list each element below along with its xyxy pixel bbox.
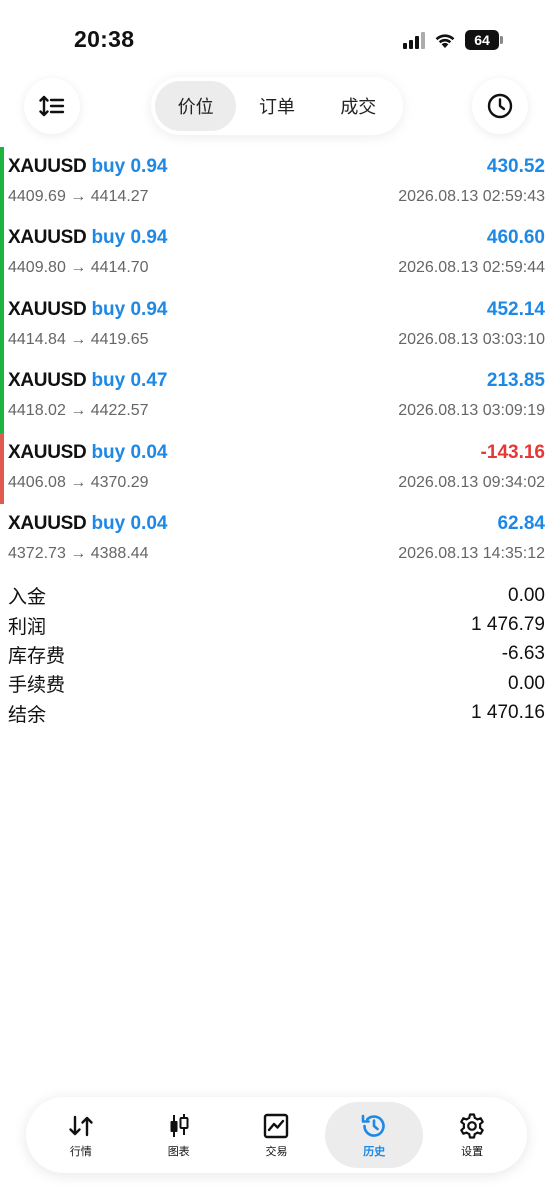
status-bar-indicator xyxy=(0,289,4,362)
candlestick-chart-icon xyxy=(170,1114,189,1137)
symbol: XAUUSD xyxy=(8,298,87,320)
summary-label: 手续费 xyxy=(8,674,66,697)
profit: 213.85 xyxy=(486,370,545,392)
deal-time: 2026.08.13 03:09:19 xyxy=(398,402,545,420)
summary-label: 利润 xyxy=(8,615,47,638)
list-item[interactable]: XAUUSD buy 0.94 430.52 4409.69 → 4414.27 20… xyxy=(0,147,553,219)
history-clock-icon xyxy=(361,1114,386,1137)
summary-label: 库存费 xyxy=(8,644,66,667)
price-range: 4409.80 → 4414.70 xyxy=(8,259,149,277)
side-volume: buy 0.94 xyxy=(91,227,168,249)
status-bar-indicator xyxy=(0,147,4,219)
status-bar-indicator xyxy=(0,504,4,575)
status-bar-indicator xyxy=(0,218,4,290)
sort-button[interactable] xyxy=(24,78,80,134)
symbol: XAUUSD xyxy=(8,512,87,534)
tab-settings[interactable]: 设置 xyxy=(423,1102,521,1168)
summary-value: 0.00 xyxy=(508,672,545,694)
bottom-tab-bar: 行情 图表 交易 历史 设置 xyxy=(26,1097,527,1173)
tab-history[interactable]: 历史 xyxy=(325,1102,424,1168)
cellular-signal-icon xyxy=(403,31,425,49)
clock-icon xyxy=(487,93,513,119)
list-item[interactable]: XAUUSD buy 0.04 62.84 4372.73 → 4388.44 202… xyxy=(0,504,553,575)
deal-time: 2026.08.13 14:35:12 xyxy=(398,544,545,562)
symbol: XAUUSD xyxy=(8,370,87,392)
tab-charts[interactable]: 图表 xyxy=(130,1102,228,1168)
deal-time: 2026.08.13 02:59:44 xyxy=(398,259,545,277)
side-volume: buy 0.47 xyxy=(91,370,168,392)
price-range: 4372.73 → 4388.44 xyxy=(8,544,149,562)
symbol: XAUUSD xyxy=(8,156,87,177)
summary-label: 入金 xyxy=(8,586,47,609)
profit: 62.84 xyxy=(497,512,545,534)
price-range: 4406.08 → 4370.29 xyxy=(8,473,149,491)
price-range: 4418.02 → 4422.57 xyxy=(8,402,149,420)
list-item[interactable]: XAUUSD buy 0.04 -143.16 4406.08 → 4370.29 2… xyxy=(0,432,553,504)
summary-row-balance: 结余 1 470.16 xyxy=(8,699,545,728)
profit: 460.60 xyxy=(486,227,545,249)
summary-section: 入金 0.00 利润 1 476.79 库存费 -6.63 手续费 0.00 结… xyxy=(8,581,545,728)
tab-quotes[interactable]: 行情 xyxy=(32,1102,130,1168)
summary-value: 1 470.16 xyxy=(471,702,545,724)
summary-label: 结余 xyxy=(8,703,47,726)
side-volume: buy 0.04 xyxy=(91,512,168,534)
side-volume: buy 0.04 xyxy=(91,441,168,463)
trade-chart-icon xyxy=(264,1113,289,1139)
sort-icon xyxy=(39,95,65,117)
tab-deals[interactable]: 成交 xyxy=(318,81,399,131)
profit: 430.52 xyxy=(486,156,545,177)
deal-time: 2026.08.13 03:03:10 xyxy=(398,330,545,348)
status-bar-indicator xyxy=(0,361,4,433)
tab-orders[interactable]: 订单 xyxy=(236,81,317,131)
status-icons: 64 xyxy=(403,30,503,50)
battery-level: 64 xyxy=(465,30,499,50)
tab-label: 行情 xyxy=(69,1145,92,1158)
summary-row-profit: 利润 1 476.79 xyxy=(8,610,545,639)
status-bar: 20:38 64 xyxy=(0,0,553,80)
quotes-arrows-icon xyxy=(69,1115,93,1137)
tab-label: 设置 xyxy=(461,1145,484,1158)
symbol: XAUUSD xyxy=(8,227,87,249)
wifi-icon xyxy=(435,34,455,48)
summary-row-swap: 库存费 -6.63 xyxy=(8,640,545,669)
gear-icon xyxy=(460,1113,484,1139)
tab-label: 历史 xyxy=(363,1145,386,1158)
summary-value: 0.00 xyxy=(508,584,545,606)
summary-value: 1 476.79 xyxy=(471,614,545,636)
tab-label: 交易 xyxy=(265,1145,288,1158)
price-range: 4414.84 → 4419.65 xyxy=(8,330,149,348)
summary-row-deposit: 入金 0.00 xyxy=(8,581,545,610)
status-bar-indicator xyxy=(0,432,4,504)
period-button[interactable] xyxy=(472,78,528,134)
tab-trade[interactable]: 交易 xyxy=(228,1102,326,1168)
deal-time: 2026.08.13 09:34:02 xyxy=(398,473,545,491)
summary-row-commission: 手续费 0.00 xyxy=(8,669,545,698)
summary-value: -6.63 xyxy=(501,643,545,665)
battery-icon: 64 xyxy=(465,30,503,50)
list-item[interactable]: XAUUSD buy 0.47 213.85 4418.02 → 4422.57 20… xyxy=(0,361,553,433)
side-volume: buy 0.94 xyxy=(91,298,168,320)
view-segmented-control: 价位 订单 成交 xyxy=(151,77,403,135)
deals-list: XAUUSD buy 0.94 430.52 4409.69 → 4414.27 20… xyxy=(0,147,553,575)
tab-positions[interactable]: 价位 xyxy=(155,81,237,131)
profit: -143.16 xyxy=(480,441,545,463)
list-item[interactable]: XAUUSD buy 0.94 452.14 4414.84 → 4419.65 20… xyxy=(0,289,553,362)
tab-label: 图表 xyxy=(167,1145,190,1158)
price-range: 4409.69 → 4414.27 xyxy=(8,188,149,205)
side-volume: buy 0.94 xyxy=(91,156,168,177)
profit: 452.14 xyxy=(486,298,545,320)
list-item[interactable]: XAUUSD buy 0.94 460.60 4409.80 → 4414.70 20… xyxy=(0,218,553,290)
symbol: XAUUSD xyxy=(8,441,87,463)
deal-time: 2026.08.13 02:59:43 xyxy=(398,188,545,205)
status-time: 20:38 xyxy=(74,26,135,52)
